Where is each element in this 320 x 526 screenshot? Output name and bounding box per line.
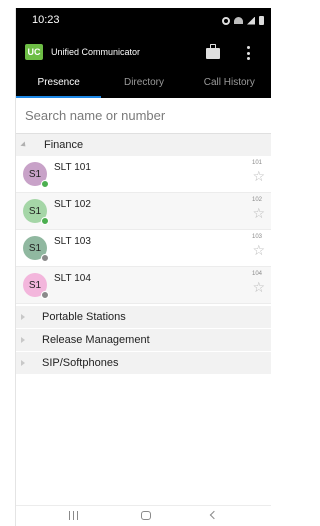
contact-row-slt-104[interactable]: S1 SLT 104 104 ☆ bbox=[16, 267, 271, 304]
group-label: SIP/Softphones bbox=[42, 357, 119, 369]
status-time: 10:23 bbox=[32, 14, 60, 26]
star-icon[interactable]: ☆ bbox=[252, 243, 265, 257]
presence-offline-icon bbox=[41, 291, 49, 299]
caret-right-icon bbox=[21, 360, 25, 366]
presence-available-icon bbox=[41, 180, 49, 188]
group-sip-softphones[interactable]: SIP/Softphones bbox=[16, 352, 271, 374]
caret-right-icon bbox=[21, 314, 25, 320]
contact-name: SLT 102 bbox=[54, 199, 91, 210]
star-icon[interactable]: ☆ bbox=[252, 280, 265, 294]
wifi-icon bbox=[234, 17, 243, 24]
app-bar: UC Unified Communicator bbox=[16, 34, 271, 70]
contact-name: SLT 103 bbox=[54, 236, 91, 247]
battery-icon bbox=[259, 16, 264, 25]
page: 10:23 UC Unified Communicator Presence D… bbox=[0, 0, 271, 526]
contact-number: 102 bbox=[251, 197, 262, 203]
contact-row-slt-102[interactable]: S1 SLT 102 102 ☆ bbox=[16, 193, 271, 230]
tab-call-history[interactable]: Call History bbox=[187, 70, 271, 98]
system-nav-bar bbox=[16, 505, 271, 526]
group-label: Release Management bbox=[42, 334, 150, 346]
group-release-management[interactable]: Release Management bbox=[16, 329, 271, 351]
tab-bar: Presence Directory Call History bbox=[16, 70, 271, 98]
phone-screen: 10:23 UC Unified Communicator Presence D… bbox=[15, 8, 271, 526]
contact-number: 103 bbox=[251, 234, 262, 240]
tab-directory[interactable]: Directory bbox=[101, 70, 186, 98]
group-portable-stations[interactable]: Portable Stations bbox=[16, 306, 271, 328]
caret-right-icon bbox=[21, 337, 25, 343]
search-bar bbox=[16, 98, 271, 134]
star-icon[interactable]: ☆ bbox=[252, 206, 265, 220]
group-label: Portable Stations bbox=[42, 311, 126, 323]
signal-icon bbox=[247, 16, 255, 25]
status-bar: 10:23 bbox=[16, 8, 271, 34]
caret-down-icon bbox=[20, 141, 28, 149]
group-label: Finance bbox=[44, 139, 84, 151]
app-title: Unified Communicator bbox=[51, 47, 141, 57]
presence-offline-icon bbox=[41, 254, 49, 262]
home-icon[interactable] bbox=[141, 511, 151, 520]
contact-row-slt-103[interactable]: S1 SLT 103 103 ☆ bbox=[16, 230, 271, 267]
contact-name: SLT 104 bbox=[54, 273, 91, 284]
recents-icon[interactable] bbox=[69, 511, 78, 520]
contact-number: 101 bbox=[251, 160, 262, 166]
group-finance[interactable]: Finance bbox=[16, 134, 271, 156]
tab-presence[interactable]: Presence bbox=[16, 70, 102, 98]
contact-name: SLT 101 bbox=[54, 162, 91, 173]
star-icon[interactable]: ☆ bbox=[252, 169, 265, 183]
status-icons bbox=[222, 16, 264, 25]
back-icon[interactable] bbox=[209, 510, 219, 520]
contact-number: 104 bbox=[251, 271, 262, 277]
app-logo: UC bbox=[25, 44, 43, 60]
search-input[interactable] bbox=[16, 98, 271, 133]
briefcase-icon[interactable] bbox=[206, 44, 220, 59]
contact-row-slt-101[interactable]: S1 SLT 101 101 ☆ bbox=[16, 156, 271, 193]
more-vert-icon[interactable] bbox=[246, 46, 250, 60]
presence-available-icon bbox=[41, 217, 49, 225]
alarm-icon bbox=[222, 16, 230, 25]
